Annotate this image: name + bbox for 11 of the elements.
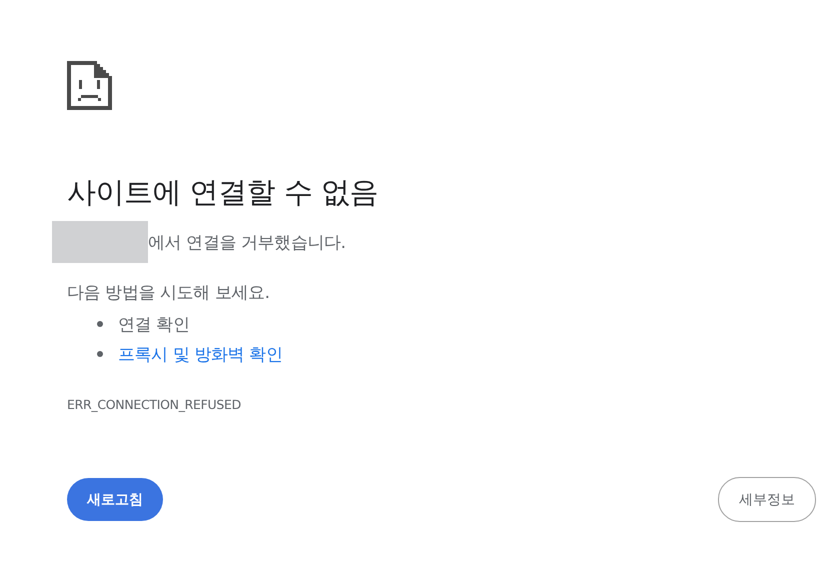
page-title: 사이트에 연결할 수 없음 [67,174,380,211]
bullet-icon [97,321,103,327]
sad-page-icon [67,61,112,110]
error-message: 에서 연결을 거부했습니다. [148,232,346,254]
bullet-icon [97,351,103,357]
details-button[interactable]: 세부정보 [718,477,816,522]
suggestion-text: 연결 확인 [118,314,190,336]
reload-button[interactable]: 새로고침 [67,478,163,521]
error-code: ERR_CONNECTION_REFUSED [67,397,242,412]
suggestion-link[interactable]: 프록시 및 방화벽 확인 [118,342,282,366]
suggestions-heading: 다음 방법을 시도해 보세요. [67,282,271,305]
